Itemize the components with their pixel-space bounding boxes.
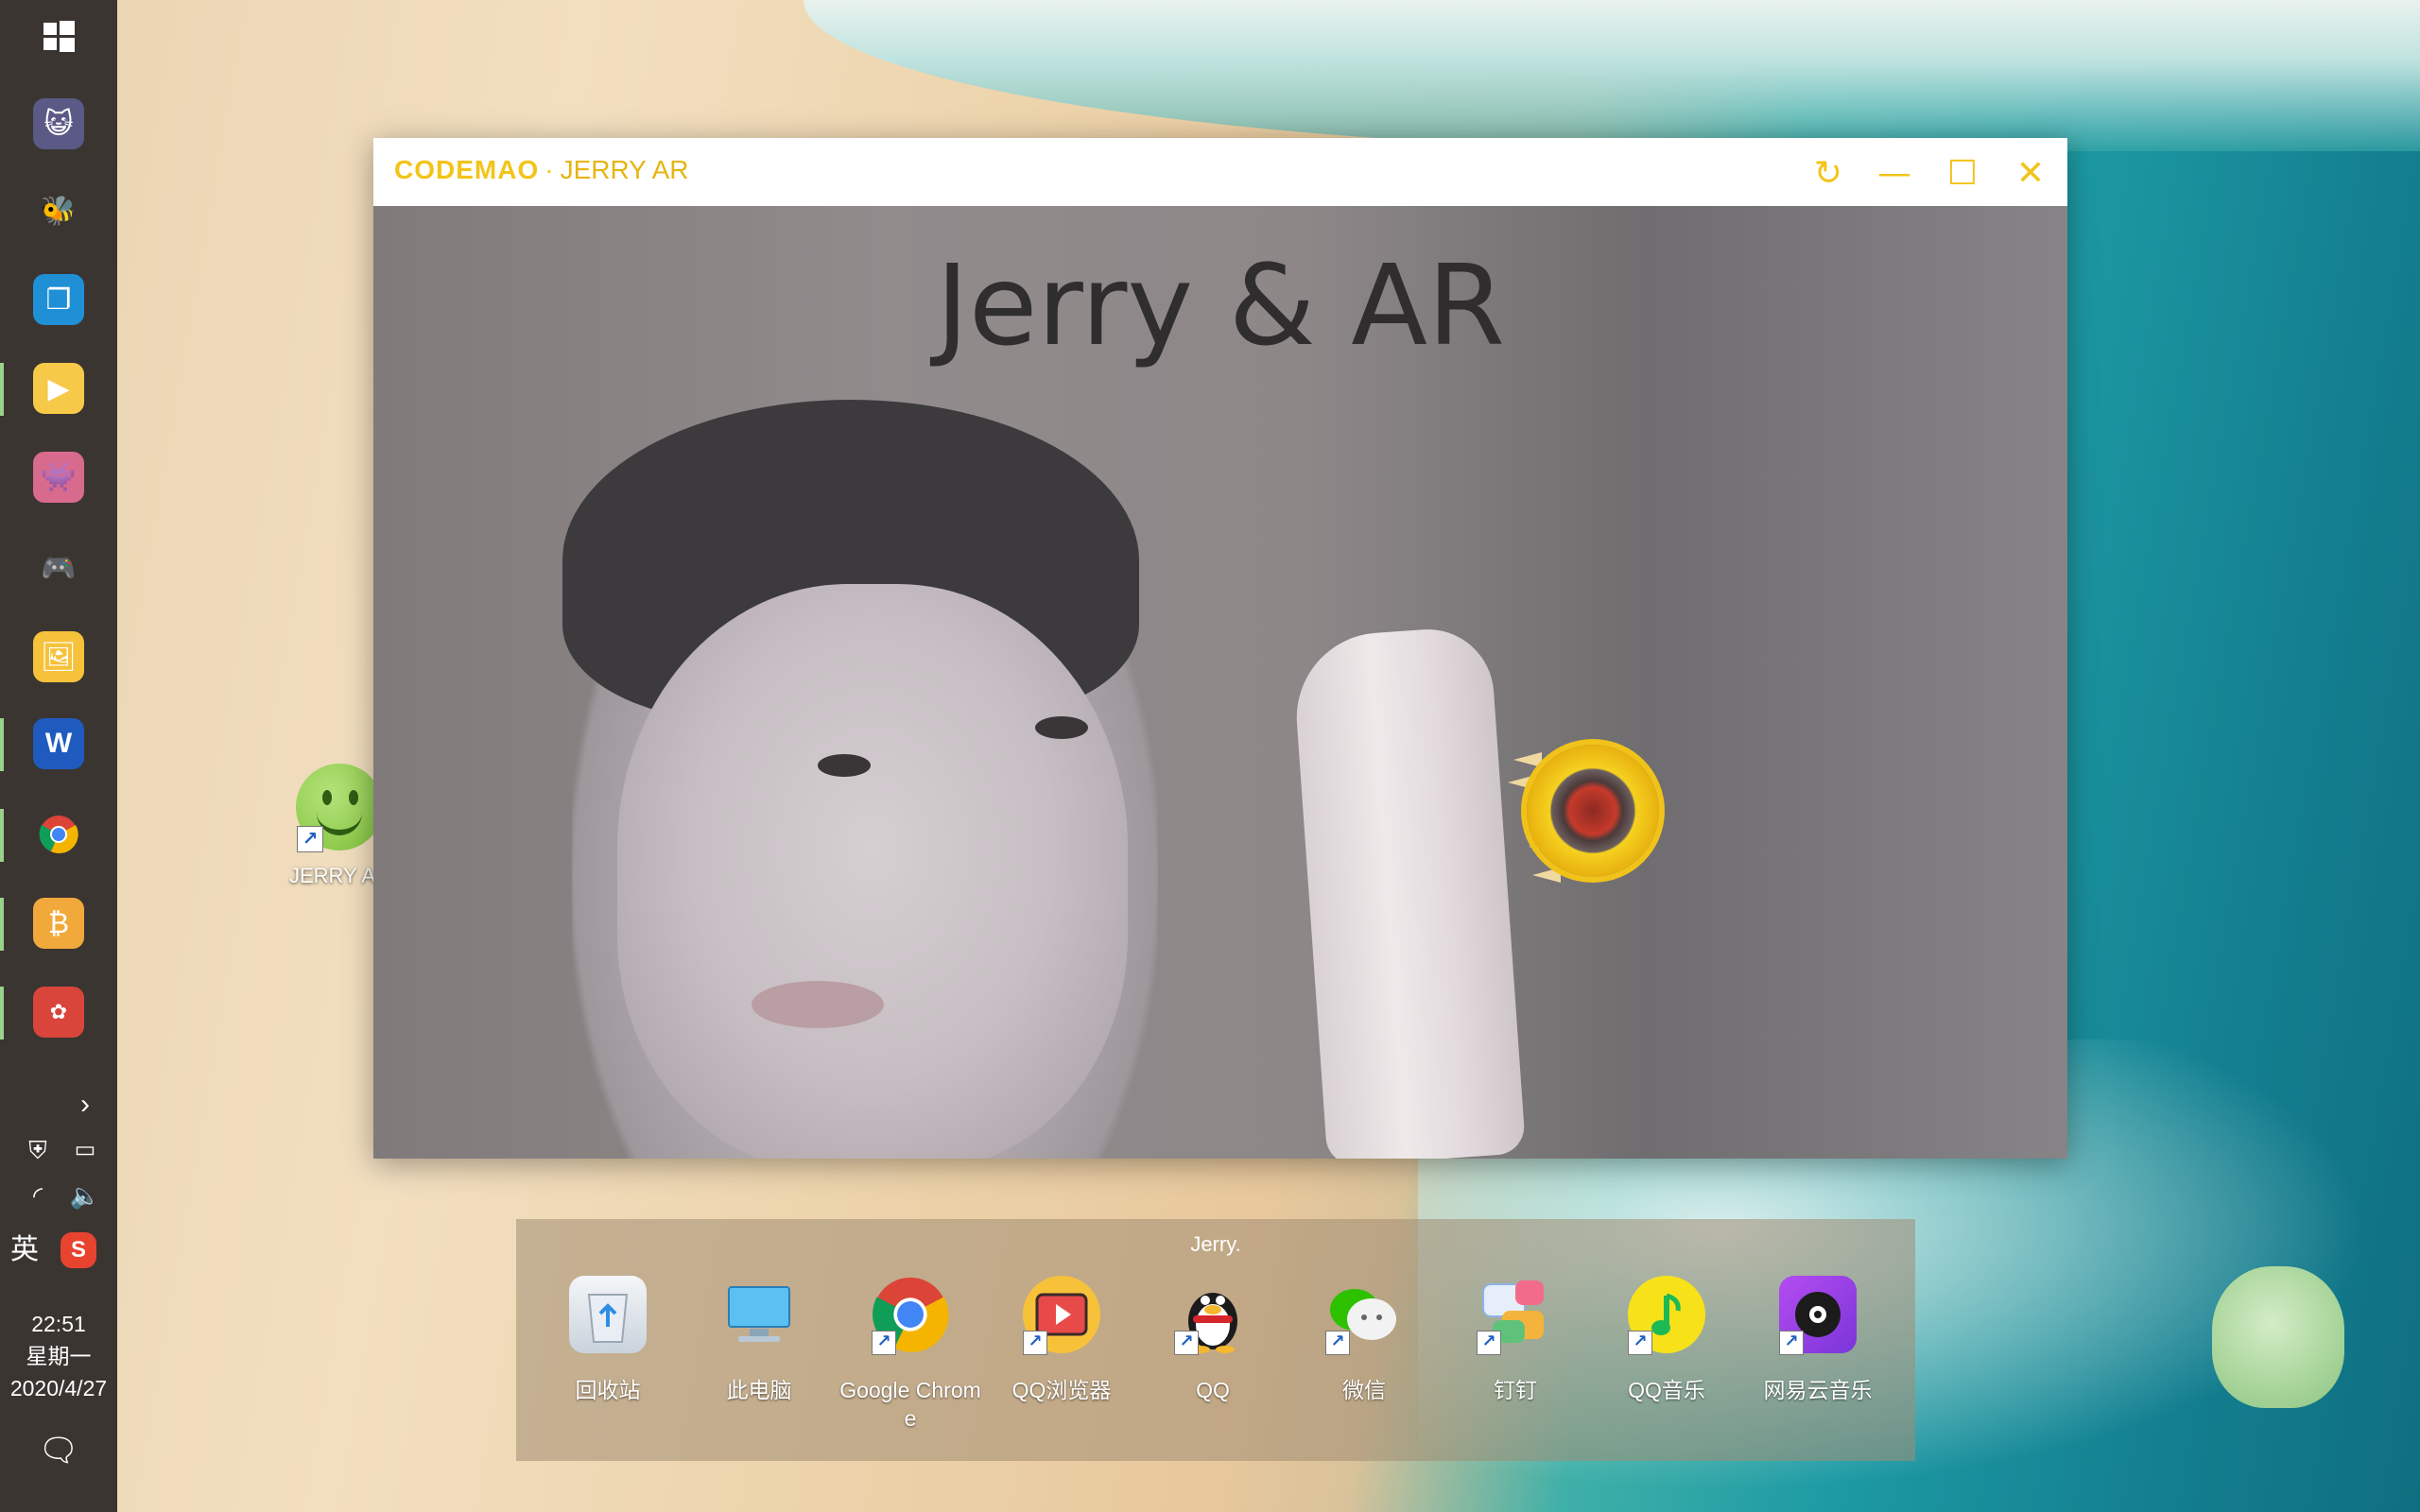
window-app-icon[interactable]: ❐ bbox=[33, 274, 84, 325]
dock-item-qq-browser[interactable]: ↗ QQ浏览器 bbox=[989, 1276, 1131, 1455]
taskbar-active-indicator bbox=[0, 809, 4, 862]
coin-app-icon[interactable]: ₿ bbox=[33, 898, 84, 949]
smiley-mouth bbox=[317, 809, 362, 835]
jerry-ar-window: CODEMAO · JERRY AR ↻ — ☐ ✕ Jerry & AR bbox=[373, 138, 2067, 1159]
taskbar: 😺 🐝 ❐ ▶ 👾 🎮 🖼 W ₿ ✿ › ⛨ ▭ ◜ 🔈 英 S 22:51 … bbox=[0, 0, 117, 1512]
chrome-taskbar-icon[interactable] bbox=[33, 809, 84, 860]
dock-item-wechat[interactable]: ↗ 微信 bbox=[1291, 1276, 1433, 1455]
dock-label: 回收站 bbox=[575, 1378, 641, 1402]
refresh-button[interactable]: ↻ bbox=[1806, 151, 1850, 195]
recycle-bin-icon bbox=[569, 1276, 647, 1353]
dock-label: QQ bbox=[1196, 1378, 1230, 1402]
dock-item-qq-music[interactable]: ↗ QQ音乐 bbox=[1594, 1276, 1736, 1455]
codemao-brand: CODEMAO bbox=[394, 155, 540, 184]
dock-item-recycle-bin[interactable]: 回收站 bbox=[535, 1276, 677, 1455]
notification-icon[interactable]: 🗨 bbox=[0, 1435, 117, 1467]
app-title: JERRY AR bbox=[560, 155, 689, 184]
desktop-dock: Jerry. 回收站 此电脑 ↗ Google Chrome ↗ QQ浏览器 ↗… bbox=[516, 1219, 1915, 1461]
dinosaur-sticker-icon bbox=[2212, 1266, 2344, 1408]
word-icon[interactable]: W bbox=[33, 718, 84, 769]
dock-label: 钉钉 bbox=[1494, 1378, 1537, 1402]
dock-title: Jerry. bbox=[1190, 1232, 1241, 1256]
photo-app-icon[interactable]: 🖼 bbox=[33, 631, 84, 682]
sprite-spike bbox=[1513, 752, 1542, 767]
monster-app-icon[interactable]: 👾 bbox=[33, 452, 84, 503]
ar-camera-stage[interactable]: Jerry & AR bbox=[373, 206, 2067, 1159]
sogou-input-icon[interactable]: S bbox=[60, 1232, 96, 1268]
camera-person-face bbox=[617, 584, 1128, 1159]
stage-title: Jerry & AR bbox=[936, 240, 1505, 370]
shortcut-arrow-icon: ↗ bbox=[872, 1331, 896, 1355]
camera-hand bbox=[1290, 625, 1527, 1159]
sprite-spike bbox=[1532, 868, 1561, 883]
shortcut-arrow-icon: ↗ bbox=[1325, 1331, 1350, 1355]
dock-item-chrome[interactable]: ↗ Google Chrome bbox=[838, 1276, 981, 1455]
title-separator: · bbox=[544, 155, 555, 184]
dock-label: 网易云音乐 bbox=[1763, 1378, 1873, 1402]
shortcut-arrow-icon: ↗ bbox=[1628, 1331, 1652, 1355]
shortcut-arrow-icon: ↗ bbox=[1779, 1331, 1804, 1355]
ime-indicator[interactable]: 英 bbox=[0, 1234, 49, 1266]
window-title: CODEMAO · JERRY AR bbox=[394, 155, 688, 185]
dock-item-this-pc[interactable]: 此电脑 bbox=[686, 1276, 828, 1455]
camera-person-eye bbox=[1035, 716, 1088, 739]
computer-icon bbox=[720, 1276, 798, 1353]
dock-item-qq[interactable]: ↗ QQ bbox=[1140, 1276, 1282, 1455]
smiley-eye bbox=[349, 790, 358, 805]
battery-icon[interactable]: ▭ bbox=[47, 1134, 123, 1166]
shortcut-arrow-icon: ↗ bbox=[1477, 1331, 1501, 1355]
exe-app-icon[interactable]: ✿ bbox=[33, 987, 84, 1038]
dock-label: QQ音乐 bbox=[1628, 1378, 1705, 1402]
taskbar-active-indicator bbox=[0, 898, 4, 951]
clock-date[interactable]: 2020/4/27 bbox=[0, 1372, 117, 1404]
smiley-eye bbox=[322, 790, 332, 805]
shortcut-arrow-icon: ↗ bbox=[1023, 1331, 1047, 1355]
dock-item-netease-music[interactable]: ↗ 网易云音乐 bbox=[1745, 1276, 1887, 1455]
chevron-right-icon[interactable]: › bbox=[28, 1089, 142, 1121]
dock-item-dingtalk[interactable]: ↗ 钉钉 bbox=[1443, 1276, 1584, 1455]
gamepad-icon[interactable]: 🎮 bbox=[33, 542, 84, 593]
clock-weekday[interactable]: 星期一 bbox=[0, 1340, 117, 1372]
camera-person-eye bbox=[818, 754, 871, 777]
taskbar-active-indicator bbox=[0, 987, 4, 1040]
video-app-icon[interactable]: ▶ bbox=[33, 363, 84, 414]
shortcut-arrow-icon: ↗ bbox=[1174, 1331, 1199, 1355]
camera-person-mouth bbox=[752, 981, 884, 1028]
cat-app-icon[interactable]: 😺 bbox=[33, 98, 84, 149]
dock-label: 微信 bbox=[1342, 1378, 1386, 1402]
close-button[interactable]: ✕ bbox=[2009, 151, 2052, 195]
bee-app-icon[interactable]: 🐝 bbox=[33, 185, 84, 236]
volume-icon[interactable]: 🔈 bbox=[47, 1179, 123, 1211]
shortcut-arrow-icon: ↗ bbox=[297, 826, 323, 852]
ocean-wave-background bbox=[804, 0, 2420, 151]
taskbar-active-indicator bbox=[0, 363, 4, 416]
dock-label: QQ浏览器 bbox=[1011, 1378, 1112, 1402]
dock-label: Google Chrome bbox=[839, 1378, 981, 1431]
windows-start-icon[interactable] bbox=[33, 11, 84, 62]
clock-time[interactable]: 22:51 bbox=[0, 1308, 117, 1340]
taskbar-active-indicator bbox=[0, 718, 4, 771]
dock-label: 此电脑 bbox=[726, 1378, 792, 1402]
ar-character-sprite[interactable] bbox=[1527, 745, 1659, 877]
window-titlebar[interactable]: CODEMAO · JERRY AR ↻ — ☐ ✕ bbox=[373, 138, 2067, 206]
maximize-button[interactable]: ☐ bbox=[1941, 151, 1984, 195]
minimize-button[interactable]: — bbox=[1873, 151, 1916, 195]
